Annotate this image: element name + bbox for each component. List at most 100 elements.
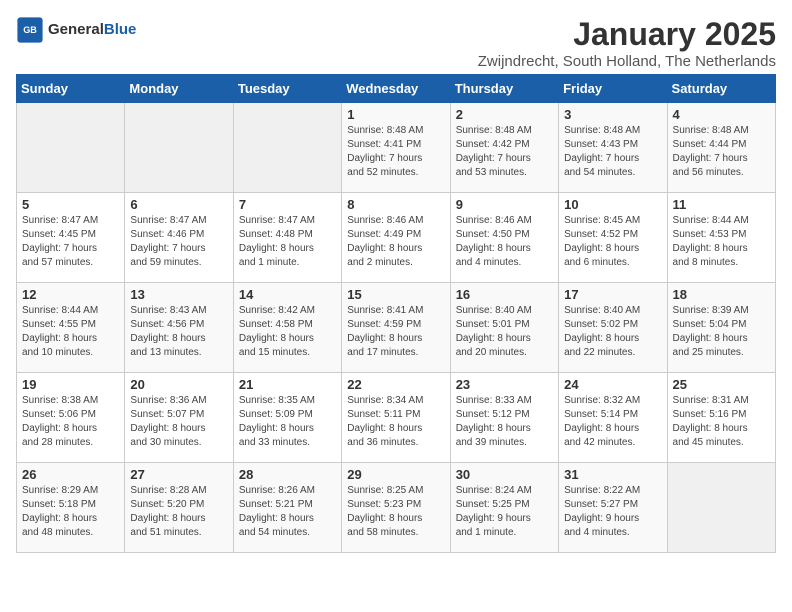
day-info: Sunrise: 8:47 AM Sunset: 4:45 PM Dayligh… [22, 214, 119, 270]
day-cell [17, 103, 125, 193]
logo: GB GeneralBlue [16, 16, 136, 44]
day-info: Sunrise: 8:48 AM Sunset: 4:42 PM Dayligh… [456, 124, 553, 180]
day-cell: 20 Sunrise: 8:36 AM Sunset: 5:07 PM Dayli… [125, 373, 233, 463]
header-cell-sunday: Sunday [17, 75, 125, 103]
day-number: 6 [130, 197, 227, 212]
day-info: Sunrise: 8:42 AM Sunset: 4:58 PM Dayligh… [239, 304, 336, 360]
day-cell: 21Sunrise: 8:35 AM Sunset: 5:09 PM Dayli… [233, 373, 341, 463]
day-info: Sunrise: 8:28 AM Sunset: 5:20 PM Dayligh… [130, 484, 227, 540]
day-info: Sunrise: 8:24 AM Sunset: 5:25 PM Dayligh… [456, 484, 553, 540]
header-cell-friday: Friday [559, 75, 667, 103]
header-cell-saturday: Saturday [667, 75, 775, 103]
day-cell: 12 Sunrise: 8:44 AM Sunset: 4:55 PM Dayli… [17, 283, 125, 373]
day-number: 20 [130, 377, 227, 392]
day-number: 17 [564, 287, 661, 302]
header-cell-wednesday: Wednesday [342, 75, 450, 103]
day-cell: 28Sunrise: 8:26 AM Sunset: 5:21 PM Dayli… [233, 463, 341, 553]
day-cell: 6 Sunrise: 8:47 AM Sunset: 4:46 PM Daylig… [125, 193, 233, 283]
day-cell: 19 Sunrise: 8:38 AM Sunset: 5:06 PM Dayli… [17, 373, 125, 463]
day-info: Sunrise: 8:36 AM Sunset: 5:07 PM Dayligh… [130, 394, 227, 450]
day-number: 14 [239, 287, 336, 302]
day-info: Sunrise: 8:38 AM Sunset: 5:06 PM Dayligh… [22, 394, 119, 450]
day-cell: 16 Sunrise: 8:40 AM Sunset: 5:01 PM Dayli… [450, 283, 558, 373]
day-info: Sunrise: 8:33 AM Sunset: 5:12 PM Dayligh… [456, 394, 553, 450]
day-number: 27 [130, 467, 227, 482]
day-cell: 29 Sunrise: 8:25 AM Sunset: 5:23 PM Dayli… [342, 463, 450, 553]
day-number: 2 [456, 107, 553, 122]
week-row-4: 19 Sunrise: 8:38 AM Sunset: 5:06 PM Dayli… [17, 373, 776, 463]
day-cell: 15Sunrise: 8:41 AM Sunset: 4:59 PM Dayli… [342, 283, 450, 373]
week-row-1: 1 Sunrise: 8:48 AM Sunset: 4:41 PM Daylig… [17, 103, 776, 193]
day-number: 9 [456, 197, 553, 212]
day-number: 15 [347, 287, 444, 302]
day-number: 19 [22, 377, 119, 392]
day-cell: 3Sunrise: 8:48 AM Sunset: 4:43 PM Daylig… [559, 103, 667, 193]
day-number: 3 [564, 107, 661, 122]
day-info: Sunrise: 8:46 AM Sunset: 4:50 PM Dayligh… [456, 214, 553, 270]
day-info: Sunrise: 8:48 AM Sunset: 4:41 PM Dayligh… [347, 124, 444, 180]
day-number: 24 [564, 377, 661, 392]
day-number: 21 [239, 377, 336, 392]
day-cell [667, 463, 775, 553]
day-info: Sunrise: 8:39 AM Sunset: 5:04 PM Dayligh… [673, 304, 770, 360]
svg-text:GB: GB [23, 25, 37, 35]
day-cell: 30 Sunrise: 8:24 AM Sunset: 5:25 PM Dayli… [450, 463, 558, 553]
day-info: Sunrise: 8:48 AM Sunset: 4:44 PM Dayligh… [673, 124, 770, 180]
header-cell-monday: Monday [125, 75, 233, 103]
logo-text-blue: Blue [104, 21, 137, 38]
day-info: Sunrise: 8:45 AM Sunset: 4:52 PM Dayligh… [564, 214, 661, 270]
day-info: Sunrise: 8:40 AM Sunset: 5:01 PM Dayligh… [456, 304, 553, 360]
day-cell [233, 103, 341, 193]
day-info: Sunrise: 8:29 AM Sunset: 5:18 PM Dayligh… [22, 484, 119, 540]
day-cell: 1 Sunrise: 8:48 AM Sunset: 4:41 PM Daylig… [342, 103, 450, 193]
day-cell: 13Sunrise: 8:43 AM Sunset: 4:56 PM Dayli… [125, 283, 233, 373]
day-info: Sunrise: 8:47 AM Sunset: 4:46 PM Dayligh… [130, 214, 227, 270]
logo-icon: GB [16, 16, 44, 44]
day-cell: 10 Sunrise: 8:45 AM Sunset: 4:52 PM Dayli… [559, 193, 667, 283]
day-number: 5 [22, 197, 119, 212]
week-row-3: 12 Sunrise: 8:44 AM Sunset: 4:55 PM Dayli… [17, 283, 776, 373]
day-number: 22 [347, 377, 444, 392]
day-cell: 4 Sunrise: 8:48 AM Sunset: 4:44 PM Daylig… [667, 103, 775, 193]
logo-text-general: General [48, 21, 104, 38]
day-cell: 8 Sunrise: 8:46 AM Sunset: 4:49 PM Daylig… [342, 193, 450, 283]
day-info: Sunrise: 8:25 AM Sunset: 5:23 PM Dayligh… [347, 484, 444, 540]
day-cell: 25Sunrise: 8:31 AM Sunset: 5:16 PM Dayli… [667, 373, 775, 463]
day-number: 10 [564, 197, 661, 212]
day-number: 1 [347, 107, 444, 122]
day-number: 18 [673, 287, 770, 302]
calendar-table: SundayMondayTuesdayWednesdayThursdayFrid… [16, 74, 776, 553]
day-cell: 26Sunrise: 8:29 AM Sunset: 5:18 PM Dayli… [17, 463, 125, 553]
header: GB GeneralBlue January 2025 Zwijndrecht,… [16, 16, 776, 70]
day-number: 29 [347, 467, 444, 482]
day-info: Sunrise: 8:34 AM Sunset: 5:11 PM Dayligh… [347, 394, 444, 450]
day-cell [125, 103, 233, 193]
day-cell: 2 Sunrise: 8:48 AM Sunset: 4:42 PM Daylig… [450, 103, 558, 193]
day-cell: 18 Sunrise: 8:39 AM Sunset: 5:04 PM Dayli… [667, 283, 775, 373]
day-number: 11 [673, 197, 770, 212]
day-info: Sunrise: 8:44 AM Sunset: 4:55 PM Dayligh… [22, 304, 119, 360]
week-row-2: 5 Sunrise: 8:47 AM Sunset: 4:45 PM Daylig… [17, 193, 776, 283]
day-number: 23 [456, 377, 553, 392]
day-number: 28 [239, 467, 336, 482]
day-info: Sunrise: 8:22 AM Sunset: 5:27 PM Dayligh… [564, 484, 661, 540]
day-number: 12 [22, 287, 119, 302]
day-cell: 7 Sunrise: 8:47 AM Sunset: 4:48 PM Daylig… [233, 193, 341, 283]
day-info: Sunrise: 8:47 AM Sunset: 4:48 PM Dayligh… [239, 214, 336, 270]
day-cell: 23 Sunrise: 8:33 AM Sunset: 5:12 PM Dayli… [450, 373, 558, 463]
day-number: 8 [347, 197, 444, 212]
day-number: 4 [673, 107, 770, 122]
week-row-5: 26Sunrise: 8:29 AM Sunset: 5:18 PM Dayli… [17, 463, 776, 553]
day-number: 31 [564, 467, 661, 482]
day-cell: 24Sunrise: 8:32 AM Sunset: 5:14 PM Dayli… [559, 373, 667, 463]
day-number: 7 [239, 197, 336, 212]
header-cell-thursday: Thursday [450, 75, 558, 103]
day-info: Sunrise: 8:46 AM Sunset: 4:49 PM Dayligh… [347, 214, 444, 270]
header-cell-tuesday: Tuesday [233, 75, 341, 103]
day-number: 16 [456, 287, 553, 302]
day-number: 30 [456, 467, 553, 482]
calendar-title: January 2025 [478, 16, 776, 53]
day-number: 13 [130, 287, 227, 302]
title-area: January 2025 Zwijndrecht, South Holland,… [478, 16, 776, 70]
day-number: 25 [673, 377, 770, 392]
